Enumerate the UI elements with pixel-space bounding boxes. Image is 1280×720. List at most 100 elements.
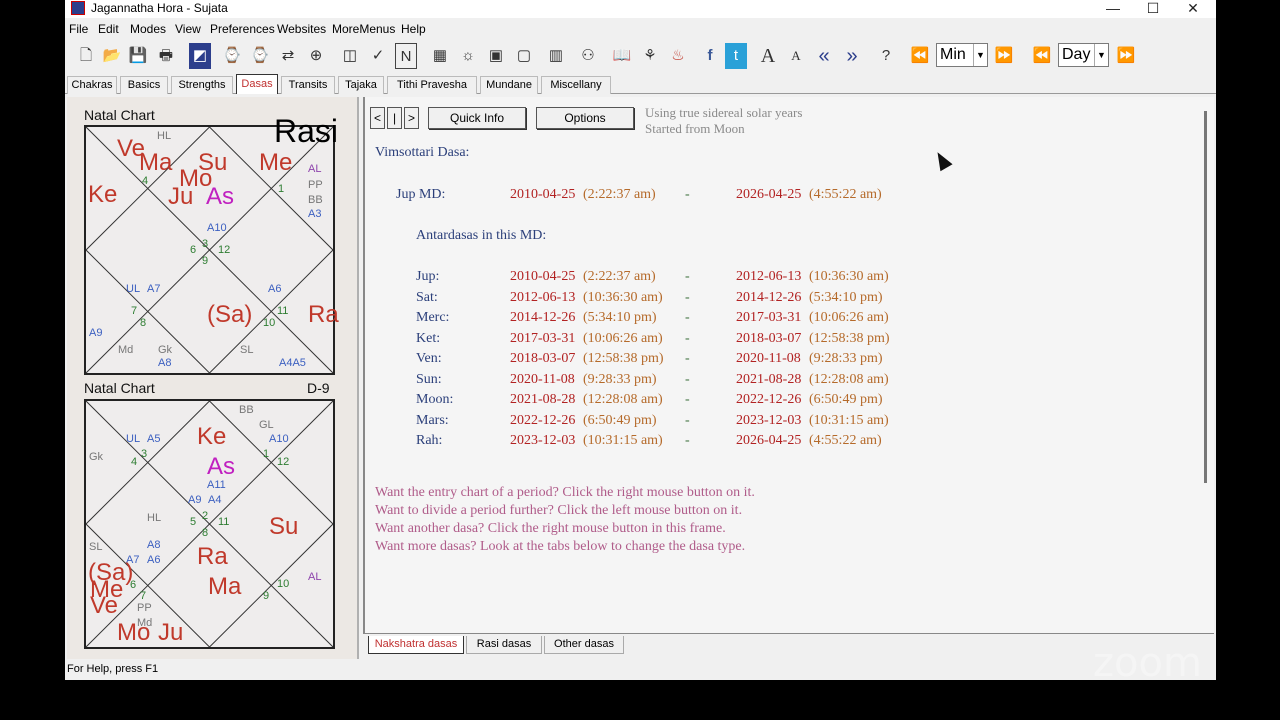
- ad-start[interactable]: 2022-12-26: [510, 413, 575, 429]
- tab-rasi-dasas[interactable]: Rasi dasas: [466, 636, 542, 654]
- tab-tajaka[interactable]: Tajaka: [338, 76, 384, 94]
- prev-button[interactable]: <: [370, 107, 385, 129]
- dasa-panel[interactable]: < | > Quick Info Options Using true side…: [363, 97, 1214, 633]
- font-smaller-icon[interactable]: A: [785, 43, 807, 69]
- help-line: Want another dasa? Click the right mouse…: [375, 521, 726, 536]
- next-button[interactable]: >: [404, 107, 419, 129]
- ad-start[interactable]: 2010-04-25: [510, 269, 575, 285]
- rasi-chart[interactable]: HL Ve Ma 4 Mo Ju Su As Me AL PP BB A3 Ke…: [84, 113, 339, 375]
- facebook-icon[interactable]: f: [699, 43, 721, 69]
- ad-end[interactable]: 2012-06-13: [736, 269, 801, 285]
- tab-chakras[interactable]: Chakras: [67, 76, 117, 94]
- table-icon[interactable]: ▥: [545, 43, 567, 69]
- tab-dasas[interactable]: Dasas: [236, 74, 278, 94]
- compare-icon[interactable]: ⇄: [277, 43, 299, 69]
- ad-name[interactable]: Sat:: [416, 290, 438, 306]
- time-step-select[interactable]: Min ▼: [936, 43, 988, 67]
- menu-websites[interactable]: Websites: [277, 22, 326, 36]
- font-larger-icon[interactable]: A: [757, 43, 779, 69]
- dancer-icon[interactable]: ⚘: [639, 43, 661, 69]
- vertical-scrollbar[interactable]: [1204, 111, 1207, 483]
- menu-preferences[interactable]: Preferences: [210, 22, 275, 36]
- ad-name[interactable]: Ven:: [416, 351, 442, 367]
- back-icon[interactable]: «: [813, 43, 835, 69]
- tab-mundane[interactable]: Mundane: [480, 76, 538, 94]
- menu-view[interactable]: View: [175, 22, 201, 36]
- pause-button[interactable]: |: [387, 107, 402, 129]
- ad-name[interactable]: Merc:: [416, 310, 449, 326]
- md-start[interactable]: 2010-04-25: [510, 187, 575, 203]
- help-icon[interactable]: ?: [875, 43, 897, 69]
- md-end[interactable]: 2026-04-25: [736, 187, 801, 203]
- save-icon[interactable]: 💾: [127, 43, 149, 69]
- ad-name[interactable]: Sun:: [416, 372, 442, 388]
- ad-end[interactable]: 2018-03-07: [736, 331, 801, 347]
- minimize-button[interactable]: —: [1093, 0, 1133, 18]
- fire-icon[interactable]: ♨: [667, 43, 689, 69]
- ad-name[interactable]: Rah:: [416, 433, 442, 449]
- menu-file[interactable]: File: [69, 22, 88, 36]
- ad-name[interactable]: Moon:: [416, 392, 453, 408]
- navamsa-chart[interactable]: BB GL UL A5 Ke A10 Gk 4 3 1 12 As A11 A9…: [84, 399, 335, 649]
- transit-icon[interactable]: ⌚: [249, 43, 271, 69]
- menu-edit[interactable]: Edit: [98, 22, 119, 36]
- ad-end[interactable]: 2017-03-31: [736, 310, 801, 326]
- people-icon[interactable]: ⚇: [577, 43, 599, 69]
- sun-icon[interactable]: ☼: [457, 43, 479, 69]
- ad-end[interactable]: 2022-12-26: [736, 392, 801, 408]
- sb-icon[interactable]: ▣: [485, 43, 507, 69]
- close-button[interactable]: ✕: [1173, 0, 1213, 18]
- ad-end[interactable]: 2021-08-28: [736, 372, 801, 388]
- ad-start[interactable]: 2012-06-13: [510, 290, 575, 306]
- tab-strengths[interactable]: Strengths: [171, 76, 233, 94]
- menu-moremenus[interactable]: MoreMenus: [332, 22, 395, 36]
- maximize-button[interactable]: ☐: [1133, 0, 1173, 18]
- house-number: 9: [263, 590, 270, 602]
- book-icon[interactable]: 📖: [611, 43, 633, 69]
- tab-nakshatra-dasas[interactable]: Nakshatra dasas: [368, 636, 464, 654]
- k-icon[interactable]: ✓: [367, 43, 389, 69]
- house-number: 8: [140, 317, 147, 329]
- tab-miscellany[interactable]: Miscellany: [541, 76, 611, 94]
- tab-basics[interactable]: Basics: [120, 76, 168, 94]
- ad-name[interactable]: Jup:: [416, 269, 439, 285]
- new-file-icon[interactable]: 🗋: [75, 43, 97, 69]
- twitter-icon[interactable]: t: [725, 43, 747, 69]
- compass-icon[interactable]: ⊕: [305, 43, 327, 69]
- sp-kh-icon[interactable]: ◫: [339, 43, 361, 69]
- time-back-icon[interactable]: ⏪: [909, 43, 931, 69]
- tab-tithi-pravesha[interactable]: Tithi Pravesha: [387, 76, 477, 94]
- ad-name[interactable]: Mars:: [416, 413, 449, 429]
- ad-start[interactable]: 2021-08-28: [510, 392, 575, 408]
- tab-other-dasas[interactable]: Other dasas: [544, 636, 624, 654]
- ad-end[interactable]: 2023-12-03: [736, 413, 801, 429]
- n-icon[interactable]: N: [395, 43, 417, 69]
- ad-start[interactable]: 2017-03-31: [510, 331, 575, 347]
- house-number: 4: [131, 456, 138, 468]
- ad-start[interactable]: 2018-03-07: [510, 351, 575, 367]
- quick-info-button[interactable]: Quick Info: [428, 107, 526, 129]
- menu-modes[interactable]: Modes: [130, 22, 166, 36]
- ad-name[interactable]: Ket:: [416, 331, 440, 347]
- md-name[interactable]: Jup MD:: [396, 187, 445, 203]
- period-select[interactable]: Day ▼: [1058, 43, 1109, 67]
- ad-start[interactable]: 2020-11-08: [510, 372, 575, 388]
- data-icon[interactable]: ⌚: [221, 43, 243, 69]
- ad-end[interactable]: 2014-12-26: [736, 290, 801, 306]
- ad-end[interactable]: 2026-04-25: [736, 433, 801, 449]
- menu-help[interactable]: Help: [401, 22, 426, 36]
- grid-icon[interactable]: ▦: [429, 43, 451, 69]
- kt-icon[interactable]: ▢: [513, 43, 535, 69]
- print-icon[interactable]: 🖶: [155, 43, 177, 69]
- ad-start[interactable]: 2014-12-26: [510, 310, 575, 326]
- tab-transits[interactable]: Transits: [281, 76, 335, 94]
- ad-start[interactable]: 2023-12-03: [510, 433, 575, 449]
- forward-icon[interactable]: »: [841, 43, 863, 69]
- chart-icon[interactable]: ◩: [189, 43, 211, 69]
- open-folder-icon[interactable]: 📂: [101, 43, 123, 69]
- period-back-icon[interactable]: ⏪: [1031, 43, 1053, 69]
- period-forward-icon[interactable]: ⏩: [1115, 43, 1137, 69]
- ad-end[interactable]: 2020-11-08: [736, 351, 801, 367]
- time-forward-icon[interactable]: ⏩: [993, 43, 1015, 69]
- options-button[interactable]: Options: [536, 107, 634, 129]
